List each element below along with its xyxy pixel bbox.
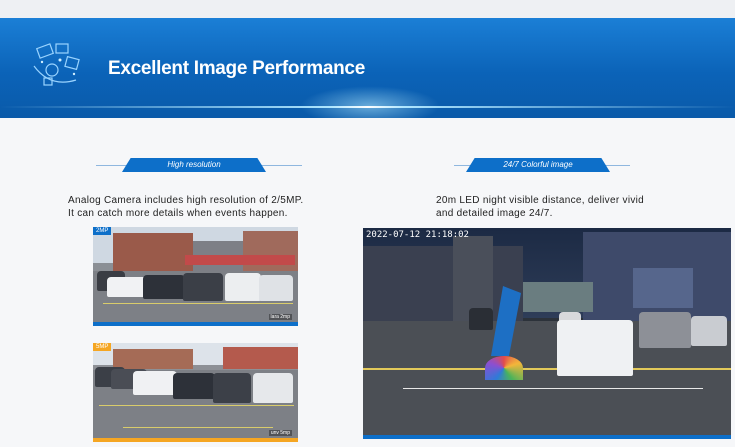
left-description-line-1: Analog Camera includes high resolution o… (68, 195, 304, 206)
photo-5mp-watermark: unv 5mp (268, 430, 292, 436)
photo-5mp-badge: 5MP (93, 343, 112, 351)
right-description-line-2: and detailed image 24/7. (436, 208, 553, 219)
banner-glow (300, 86, 440, 118)
top-strip (0, 0, 735, 18)
photo-2mp-watermark: lara 2mp (268, 314, 292, 320)
photo-5mp-bar (93, 438, 298, 442)
night-photo-bar (363, 435, 731, 439)
banner-title: Excellent Image Performance (108, 58, 365, 79)
right-section-pill: 24/7 Colorful image (466, 158, 610, 172)
camera-network-icon (33, 43, 80, 86)
banner-light-streak (0, 106, 735, 108)
right-description: 20m LED night visible distance, deliver … (436, 194, 644, 220)
photo-night-colorful: 2022-07-12 21:18:02 (363, 228, 731, 439)
white-car (557, 320, 633, 376)
left-description-line-2: It can catch more details when events ha… (68, 208, 288, 219)
photo-5mp: 5MP unv 5mp (93, 343, 298, 442)
photo-2mp-bar (93, 322, 298, 326)
night-photo-timestamp: 2022-07-12 21:18:02 (366, 230, 469, 240)
photo-2mp-badge: 2MP (93, 227, 112, 235)
left-description: Analog Camera includes high resolution o… (68, 194, 303, 220)
right-description-line-1: 20m LED night visible distance, deliver … (436, 195, 645, 206)
photo-2mp: 2MP lara 2mp (93, 227, 298, 326)
left-section-pill: High resolution (122, 158, 266, 172)
header-banner: Excellent Image Performance (0, 18, 735, 118)
umbrella (485, 356, 523, 380)
